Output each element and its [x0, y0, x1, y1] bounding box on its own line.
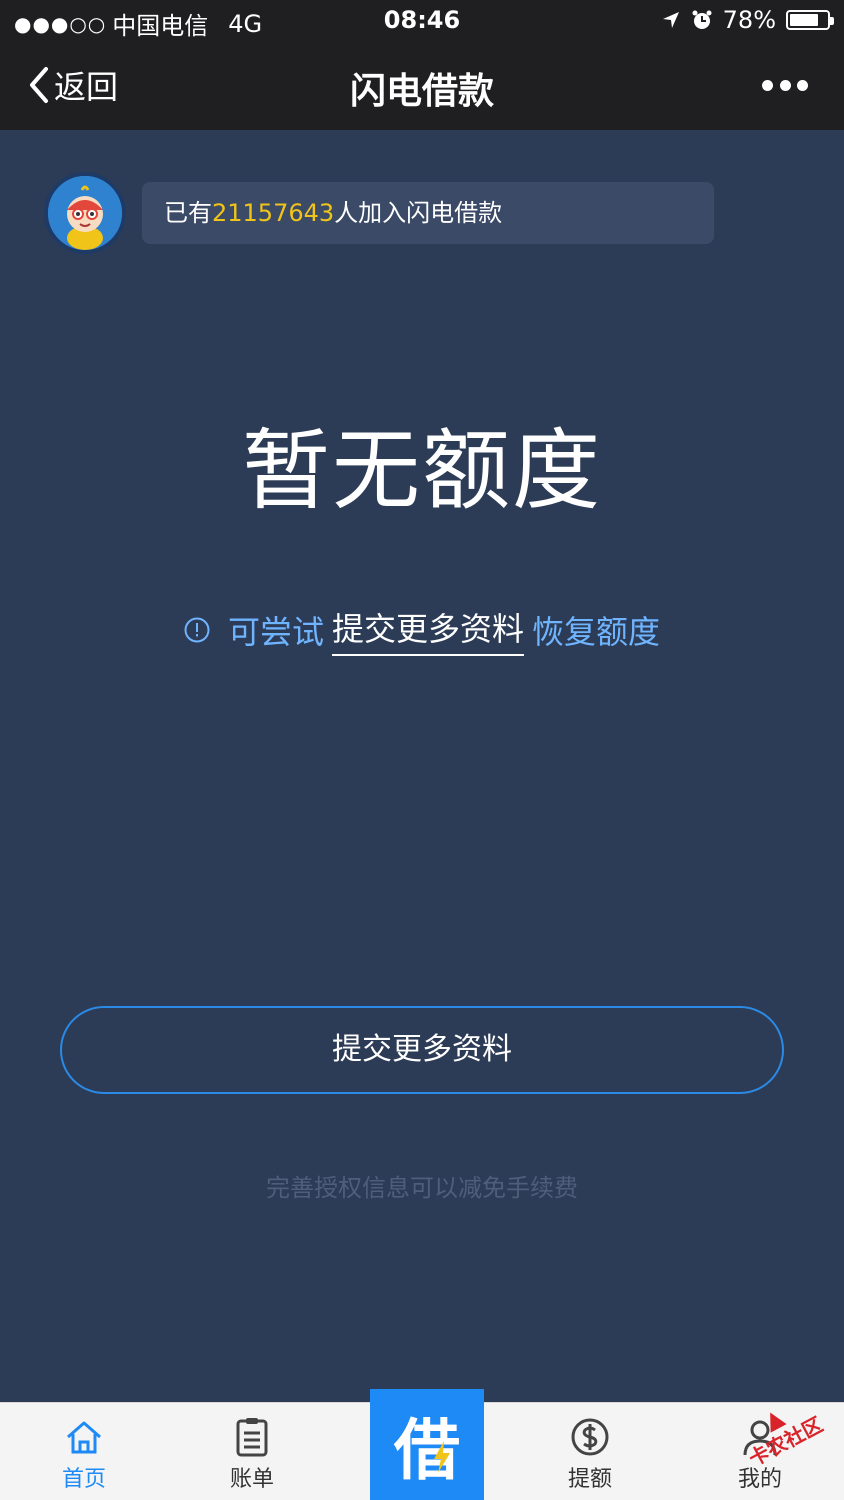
hint-row: 可尝试 提交更多资料 恢复额度 [0, 604, 844, 656]
status-right: 78% [661, 6, 834, 34]
hint-suffix: 恢复额度 [532, 613, 661, 651]
home-icon [67, 1421, 101, 1454]
join-count-bubble: 已有21157643人加入闪电借款 [142, 182, 714, 244]
more-dot [762, 79, 773, 91]
mascot-icon [48, 176, 122, 250]
submit-more-info-link[interactable]: 提交更多资料 [331, 604, 524, 656]
submit-more-info-button[interactable]: 提交更多资料 [60, 1006, 784, 1094]
battery-percent: 78% [722, 6, 776, 34]
tab-bill[interactable]: 账单 [168, 1403, 336, 1500]
info-icon [184, 617, 210, 643]
tab-home[interactable]: 首页 [0, 1403, 168, 1500]
bill-icon [236, 1418, 268, 1457]
more-menu-button[interactable] [762, 70, 808, 100]
join-count: 21157643 [212, 199, 335, 227]
join-suffix: 人加入闪电借款 [334, 199, 503, 227]
page-title: 闪电借款 [349, 71, 494, 112]
quota-status-title: 暂无额度 [241, 419, 602, 522]
tab-bar: 首页 账单 借 提额 我的 [0, 1389, 844, 1500]
lightning-bolt-icon [434, 1441, 450, 1473]
hint-prefix: 可尝试 [227, 613, 324, 651]
mascot-avatar [44, 172, 126, 254]
tab-borrow[interactable]: 借 [370, 1389, 484, 1500]
more-dot [779, 79, 791, 91]
join-prefix: 已有 [164, 199, 212, 227]
fee-waiver-note: 完善授权信息可以减免手续费 [266, 1174, 578, 1202]
tab-raise-limit[interactable]: 提额 [506, 1403, 674, 1500]
tab-bill-label: 账单 [229, 1467, 274, 1492]
tab-raise-limit-label: 提额 [567, 1467, 612, 1492]
status-bar: ●●●○○ 中国电信 4G 08:46 78% [0, 0, 844, 42]
dollar-icon [571, 1418, 609, 1456]
tab-home-label: 首页 [61, 1467, 106, 1492]
nav-bar: 返回 闪电借款 [0, 42, 844, 130]
alarm-icon [692, 10, 712, 29]
battery-icon [786, 10, 834, 30]
more-dot [797, 79, 808, 91]
battery-fill [790, 14, 819, 26]
location-icon [662, 12, 679, 28]
